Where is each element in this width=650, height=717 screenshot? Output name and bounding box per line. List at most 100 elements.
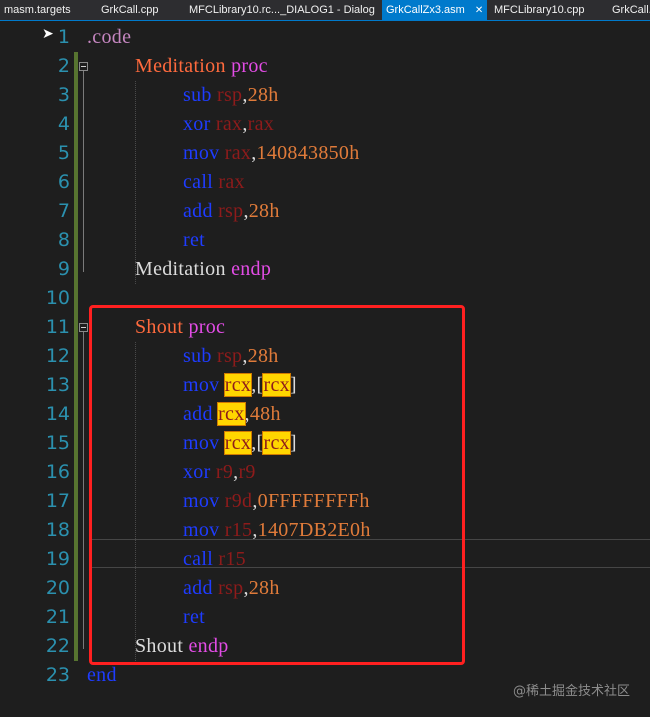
line-number: 7 (57, 200, 70, 222)
line-number: 20 (45, 577, 70, 599)
code-token: rax (215, 113, 243, 135)
change-indicator (74, 255, 78, 284)
change-indicator (74, 52, 78, 81)
code-line[interactable]: 6 call rax (0, 168, 650, 197)
watermark: @稀土掘金技术社区 (512, 684, 630, 699)
line-number: 23 (45, 664, 70, 686)
line-number: 14 (45, 403, 70, 425)
code-token: 140843850h (256, 142, 360, 164)
tab-label: GrkCall.h (612, 4, 650, 16)
code-text: end (87, 661, 117, 690)
code-token: proc (231, 55, 268, 77)
code-token: end (87, 664, 117, 686)
tab-label: masm.targets (4, 4, 71, 16)
line-number: 22 (45, 635, 70, 657)
annotation-red-box (89, 305, 465, 665)
tab-grkcallzx3-asm[interactable]: GrkCallZx3.asm ✕ (382, 0, 488, 20)
close-tab-icon[interactable]: ✕ (475, 1, 483, 20)
code-token: rax (247, 113, 275, 135)
line-number: 2 (57, 55, 70, 77)
line-number: 13 (45, 374, 70, 396)
code-token: ret (183, 229, 205, 251)
fold-line (83, 332, 84, 649)
tab-bar: masm.targets GrkCall.cpp MFCLibrary10.rc..… (0, 0, 650, 21)
code-token: rax (218, 171, 245, 193)
code-editor[interactable]: 1 .code 2 Meditation proc 3 sub rsp,28h 4 xor r… (0, 21, 650, 717)
change-indicator (74, 603, 78, 632)
code-line[interactable]: 8 ret (0, 226, 650, 255)
code-token: sub (183, 84, 212, 106)
code-text: Meditation endp (135, 255, 271, 284)
tab-mfclibrary10-rc-dialog1-dialog[interactable]: MFCLibrary10.rc..._DIALOG1 - Dialog (185, 0, 379, 20)
code-line[interactable]: 3 sub rsp,28h (0, 81, 650, 110)
tab-label: GrkCallZx3.asm (386, 4, 465, 16)
code-line[interactable]: 5 mov rax,140843850h (0, 139, 650, 168)
change-indicator (74, 284, 78, 313)
line-number: 19 (45, 548, 70, 570)
collapse-toggle-icon[interactable] (79, 323, 88, 332)
change-indicator (74, 168, 78, 197)
tab-grkcall-h[interactable]: GrkCall.h (608, 0, 650, 20)
code-token: 28h (248, 200, 280, 222)
line-number: 12 (45, 345, 70, 367)
code-token: rax (224, 142, 252, 164)
line-number: 6 (57, 171, 70, 193)
code-token: call (183, 171, 214, 193)
change-indicator (74, 516, 78, 545)
code-token: xor (183, 113, 211, 135)
collapse-toggle-icon[interactable] (79, 62, 88, 71)
change-indicator (74, 487, 78, 516)
code-token: 28h (247, 84, 279, 106)
code-token: add (183, 200, 213, 222)
change-indicator (74, 342, 78, 371)
change-indicator (74, 632, 78, 661)
line-number: 4 (57, 113, 70, 135)
tab-mfclibrary10-cpp[interactable]: MFCLibrary10.cpp (490, 0, 588, 20)
code-token: Meditation (135, 258, 226, 280)
mouse-cursor-icon: ➤ (42, 26, 54, 42)
change-indicator (74, 81, 78, 110)
change-indicator (74, 197, 78, 226)
code-line[interactable]: 4 xor rax,rax (0, 110, 650, 139)
change-indicator (74, 110, 78, 139)
line-number: 10 (45, 287, 70, 309)
code-line[interactable]: 7 add rsp,28h (0, 197, 650, 226)
change-indicator (74, 458, 78, 487)
indent-guide (135, 81, 137, 284)
tab-label: GrkCall.cpp (101, 4, 159, 16)
fold-line (83, 71, 84, 272)
tab-masm-targets[interactable]: masm.targets (0, 0, 75, 20)
code-text: add rsp,28h (183, 197, 280, 226)
line-number: 1 (57, 26, 70, 48)
change-indicator (74, 400, 78, 429)
line-number: 11 (45, 316, 70, 338)
code-token: Meditation (135, 55, 226, 77)
change-indicator (74, 313, 78, 342)
line-number: 15 (45, 432, 70, 454)
code-text: ret (183, 226, 205, 255)
change-indicator (74, 429, 78, 458)
line-number: 18 (45, 519, 70, 541)
code-token: endp (231, 258, 272, 280)
code-token: .code (87, 26, 132, 48)
code-text: mov rax,140843850h (183, 139, 360, 168)
code-text: Meditation proc (135, 52, 268, 81)
change-indicator (74, 226, 78, 255)
line-number: 9 (57, 258, 70, 280)
tab-grkcall-cpp[interactable]: GrkCall.cpp (97, 0, 162, 20)
line-number: 3 (57, 84, 70, 106)
code-line[interactable]: 9 Meditation endp (0, 255, 650, 284)
code-line[interactable]: 2 Meditation proc (0, 52, 650, 81)
line-number: 16 (45, 461, 70, 483)
code-token: rsp (218, 200, 244, 222)
code-line[interactable]: 1 .code (0, 23, 650, 52)
line-number: 21 (45, 606, 70, 628)
code-text: .code (87, 23, 131, 52)
line-number: 5 (57, 142, 70, 164)
tab-label: MFCLibrary10.cpp (494, 4, 585, 16)
change-indicator (74, 139, 78, 168)
code-token: mov (183, 142, 220, 164)
line-number: 17 (45, 490, 70, 512)
change-indicator (74, 545, 78, 574)
code-text: sub rsp,28h (183, 81, 279, 110)
